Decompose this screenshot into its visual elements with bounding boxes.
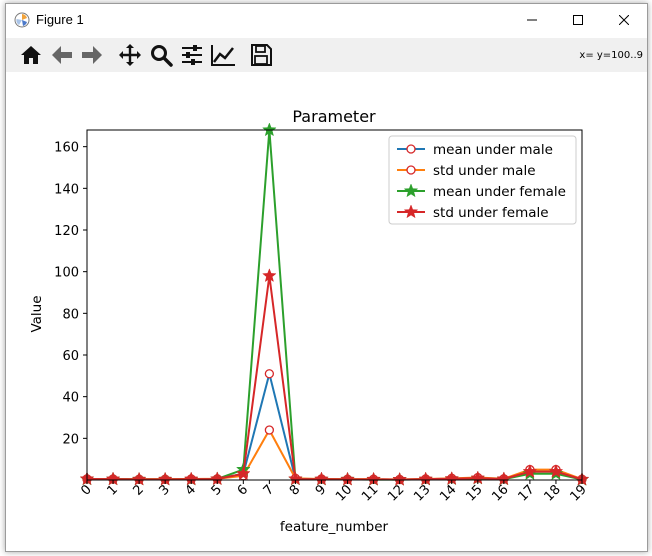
y-tick-label: 160 — [54, 141, 79, 156]
back-button[interactable] — [48, 41, 76, 69]
maximize-button[interactable] — [555, 4, 601, 36]
zoom-button[interactable] — [147, 41, 175, 69]
close-icon — [619, 15, 629, 25]
line-chart-icon — [211, 45, 235, 66]
legend-marker — [406, 144, 416, 154]
title-bar[interactable]: Figure 1 — [6, 4, 647, 36]
x-tick-label: 1 — [104, 482, 120, 498]
legend-label: mean under female — [433, 184, 566, 200]
legend-label: std under male — [433, 163, 536, 179]
pan-button[interactable] — [116, 41, 144, 69]
y-tick-label: 60 — [62, 349, 79, 364]
x-tick-label: 12 — [385, 482, 407, 504]
x-tick-label: 5 — [209, 482, 225, 498]
x-tick-label: 16 — [489, 482, 511, 504]
x-tick-label: 8 — [287, 482, 303, 498]
home-icon — [21, 46, 41, 64]
y-tick-label: 100 — [54, 266, 79, 281]
x-tick-label: 6 — [235, 482, 251, 498]
figure-window: Figure 1 x= y=100..9 0 1 2 3 4 5 6 7 8 9… — [5, 3, 648, 552]
forward-button[interactable] — [78, 41, 106, 69]
x-axis-label: feature_number — [280, 519, 389, 535]
chart-title: Parameter — [292, 107, 376, 126]
y-tick-label: 40 — [62, 391, 79, 406]
sliders-icon — [182, 45, 202, 65]
y-tick-label: 120 — [54, 224, 79, 239]
coordinates-readout: x= y=100..9 — [579, 50, 643, 61]
x-tick-label: 18 — [541, 482, 563, 504]
edit-axis-button[interactable] — [209, 41, 237, 69]
home-button[interactable] — [17, 41, 45, 69]
window-title: Figure 1 — [36, 12, 84, 27]
y-tick-label: 20 — [62, 432, 79, 447]
x-tick-label: 7 — [261, 482, 277, 498]
x-tick-label: 15 — [463, 482, 485, 504]
y-tick-label: 80 — [62, 307, 79, 322]
legend-label: std under female — [433, 205, 549, 221]
navigation-toolbar: x= y=100..9 — [6, 38, 647, 72]
configure-subplots-button[interactable] — [178, 41, 206, 69]
x-tick-label: 0 — [78, 482, 94, 498]
magnifier-icon — [151, 45, 173, 67]
y-tick-label: 140 — [54, 182, 79, 197]
close-button[interactable] — [601, 4, 647, 36]
x-tick-label: 17 — [515, 482, 537, 504]
legend-marker — [406, 165, 416, 175]
arrow-right-icon — [82, 46, 102, 64]
x-tick-label: 2 — [130, 482, 146, 498]
chart[interactable]: 0 1 2 3 4 5 6 7 8 9 10 11 12 13 14 15 16 17 18 192040608010… — [6, 72, 647, 551]
data-point — [264, 369, 275, 379]
figure-canvas[interactable]: 0 1 2 3 4 5 6 7 8 9 10 11 12 13 14 15 16 17 18 19 20 40 60 80 10… — [6, 72, 647, 551]
minimize-icon — [527, 19, 537, 21]
matplotlib-app-icon — [14, 12, 30, 28]
y-axis-label: Value — [29, 295, 45, 332]
x-tick-label: 9 — [313, 482, 329, 498]
save-button[interactable] — [247, 41, 275, 69]
legend-label: mean under male — [433, 142, 553, 158]
data-point — [264, 425, 275, 435]
x-tick-label: 4 — [183, 482, 199, 498]
minimize-button[interactable] — [509, 4, 555, 36]
x-tick-label: 3 — [157, 482, 173, 498]
arrow-left-icon — [52, 46, 72, 64]
x-tick-label: 14 — [437, 482, 459, 504]
maximize-icon — [573, 15, 583, 25]
floppy-disk-icon — [251, 44, 272, 66]
move-icon — [119, 44, 141, 66]
